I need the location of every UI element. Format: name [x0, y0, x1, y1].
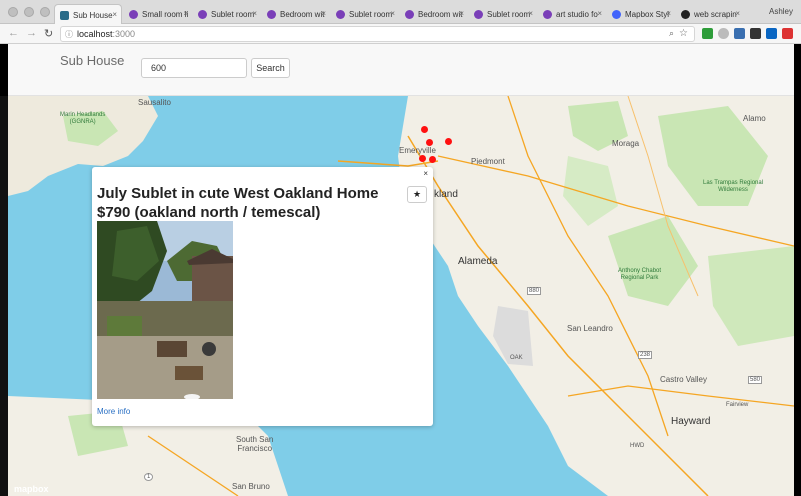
- address-bar[interactable]: ⓘ localhost:3000 ⌕ ☆: [60, 26, 695, 42]
- app-favicon-icon: [60, 11, 69, 20]
- listing-title: July Sublet in cute West Oakland Home $7…: [97, 185, 379, 221]
- url-host: localhost: [77, 29, 113, 39]
- extension-badge-icon[interactable]: [734, 28, 745, 39]
- tab-sublet-room-3[interactable]: Sublet room ×: [469, 4, 537, 24]
- app-brand[interactable]: Sub House: [60, 53, 124, 68]
- listing-popup: × July Sublet in cute West Oakland Home …: [92, 167, 433, 426]
- craigslist-peace-icon: [129, 10, 138, 19]
- listing-marker[interactable]: [419, 155, 426, 162]
- tab-mapbox-styles[interactable]: Mapbox Styl ×: [607, 4, 675, 24]
- info-icon: ⓘ: [65, 30, 73, 39]
- profile-name[interactable]: Ashley: [769, 7, 793, 16]
- back-arrow-icon[interactable]: ←: [8, 27, 19, 39]
- extension-circle-icon[interactable]: [718, 28, 729, 39]
- map-label-oakland: kland: [434, 189, 458, 200]
- tab-bedroom-1[interactable]: Bedroom wit ×: [262, 4, 330, 24]
- extension-check-icon[interactable]: [702, 28, 713, 39]
- listing-photo: [97, 221, 233, 399]
- url-port: :3000: [112, 29, 136, 39]
- craigslist-peace-icon: [267, 10, 276, 19]
- mapbox-icon: [612, 10, 621, 19]
- window-zoom-button[interactable]: [40, 7, 50, 17]
- listing-marker[interactable]: [426, 139, 433, 146]
- extension-glasses-icon[interactable]: [750, 28, 761, 39]
- search-icon[interactable]: ⌕: [669, 28, 674, 39]
- tab-close-icon[interactable]: ×: [183, 9, 188, 18]
- craigslist-peace-icon: [474, 10, 483, 19]
- listing-marker[interactable]: [421, 126, 428, 133]
- map-label-piedmont: Piedmont: [471, 157, 505, 166]
- tab-close-icon[interactable]: ×: [735, 9, 740, 18]
- tab-close-icon[interactable]: ×: [528, 9, 533, 18]
- extension-red-icon[interactable]: [782, 28, 793, 39]
- reload-icon[interactable]: ↻: [44, 27, 53, 40]
- tab-small-room[interactable]: Small room li ×: [124, 4, 192, 24]
- map-label-castro-valley: Castro Valley: [660, 375, 707, 384]
- map-label-hwd-airport: HWD: [630, 443, 645, 449]
- search-button[interactable]: Search: [251, 58, 290, 78]
- map-label-hayward: Hayward: [671, 416, 711, 427]
- tab-close-icon[interactable]: ×: [321, 9, 326, 18]
- map-label-oak-airport: OAK: [510, 355, 523, 361]
- map-label-marin-headlands: Marin Headlands (GGNRA): [60, 112, 106, 125]
- mapbox-logo[interactable]: mapbox: [14, 484, 49, 494]
- browser-tabstrip: Sub House × Small room li × Sublet room …: [0, 0, 801, 24]
- bookmark-star-icon[interactable]: ☆: [679, 28, 688, 39]
- browser-toolbar: ← → ↻ ⓘ localhost:3000 ⌕ ☆: [0, 24, 801, 44]
- map-label-alamo: Alamo: [743, 114, 766, 123]
- linkedin-icon[interactable]: [766, 28, 777, 39]
- map-label-alameda: Alameda: [458, 256, 498, 267]
- window-left-edge: [0, 96, 8, 496]
- app-navbar: Sub House Search: [8, 44, 794, 96]
- popup-close-button[interactable]: ×: [423, 169, 428, 178]
- tab-close-icon[interactable]: ×: [390, 9, 395, 18]
- tab-sublet-room-1[interactable]: Sublet room ×: [193, 4, 261, 24]
- tab-close-icon[interactable]: ×: [459, 9, 464, 18]
- window-minimize-button[interactable]: [24, 7, 34, 17]
- highway-880-shield: 880: [527, 287, 542, 295]
- tab-close-icon[interactable]: ×: [666, 9, 671, 18]
- highway-238-shield: 238: [638, 351, 653, 359]
- forward-arrow-icon[interactable]: →: [26, 27, 37, 39]
- map-label-fairview: Fairview: [726, 402, 749, 408]
- craigslist-peace-icon: [405, 10, 414, 19]
- tab-close-icon[interactable]: ×: [597, 9, 602, 18]
- map-label-emeryville: Emeryville: [399, 146, 436, 155]
- window-close-button[interactable]: [8, 7, 18, 17]
- tab-sub-house[interactable]: Sub House ×: [54, 4, 122, 24]
- favorite-star-button[interactable]: ★: [407, 186, 427, 203]
- map-label-las-trampas: Las Trampas Regional Wilderness: [703, 180, 764, 193]
- map-label-anthony-chabot: Anthony Chabot Regional Park: [618, 268, 662, 281]
- tab-art-studio[interactable]: art studio fo ×: [538, 4, 606, 24]
- craigslist-peace-icon: [336, 10, 345, 19]
- map-label-san-bruno: San Bruno: [232, 482, 270, 491]
- tab-bedroom-2[interactable]: Bedroom wit ×: [400, 4, 468, 24]
- listing-marker[interactable]: [445, 138, 452, 145]
- map-label-sausalito: Sausalito: [138, 98, 171, 107]
- map-label-moraga: Moraga: [612, 139, 640, 148]
- highway-580-shield: 580: [748, 376, 763, 384]
- craigslist-peace-icon: [198, 10, 207, 19]
- tab-sublet-room-2[interactable]: Sublet room ×: [331, 4, 399, 24]
- more-info-link[interactable]: More info: [97, 407, 130, 416]
- search-input[interactable]: [141, 58, 247, 78]
- tab-close-icon[interactable]: ×: [112, 10, 117, 19]
- map-label-san-leandro: San Leandro: [567, 324, 613, 333]
- map-label-south-san-francisco: South San Francisco: [236, 435, 274, 453]
- github-icon: [681, 10, 690, 19]
- tab-web-scraping[interactable]: web scrapin ×: [676, 4, 744, 24]
- tab-close-icon[interactable]: ×: [252, 9, 257, 18]
- craigslist-peace-icon: [543, 10, 552, 19]
- listing-marker[interactable]: [429, 156, 436, 163]
